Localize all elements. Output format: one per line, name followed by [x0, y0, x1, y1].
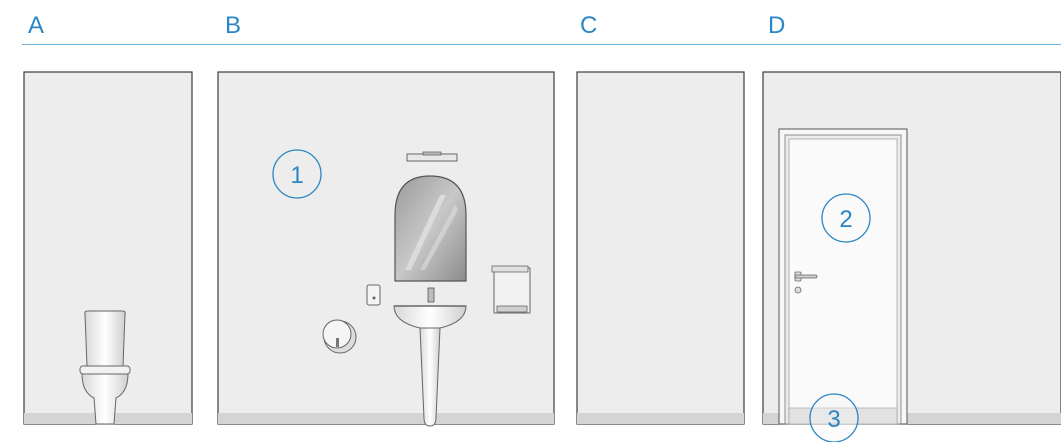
callout-3-number: 3 [827, 406, 840, 433]
door-icon [778, 128, 908, 425]
soap-dispenser-icon [366, 284, 381, 306]
wall-a [23, 71, 193, 425]
wall-d: 2 3 [762, 71, 1061, 442]
callout-2-number: 2 [839, 206, 852, 233]
towel-dispenser-icon [491, 265, 531, 314]
paper-dispenser-icon [322, 319, 357, 354]
callout-3: 3 [809, 393, 859, 442]
elevation-drawing: 1 2 3 [23, 71, 1061, 442]
mirror-icon [394, 175, 467, 282]
callout-1-number: 1 [290, 162, 303, 189]
wall-b: 1 [217, 71, 555, 427]
wall-c [576, 71, 745, 425]
